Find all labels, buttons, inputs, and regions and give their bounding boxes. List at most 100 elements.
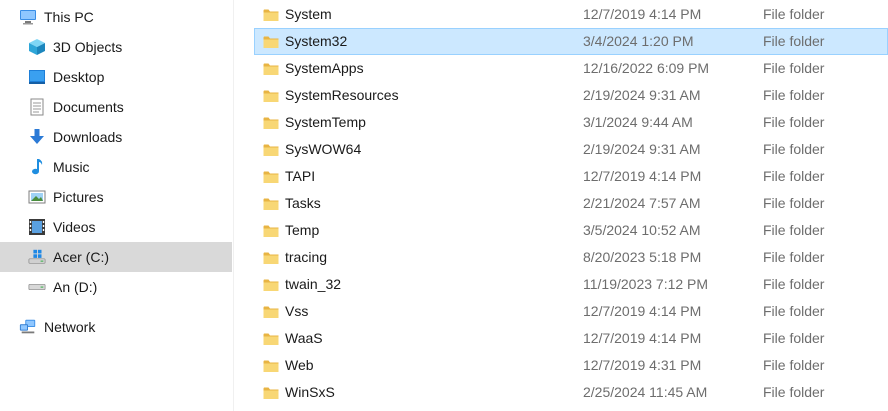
nav-item-acer-c[interactable]: Acer (C:) bbox=[0, 242, 232, 272]
document-icon bbox=[28, 98, 46, 116]
film-icon bbox=[28, 218, 46, 236]
file-row[interactable]: TAPI 12/7/2019 4:14 PM File folder bbox=[254, 163, 888, 190]
file-name: tracing bbox=[285, 249, 328, 265]
file-type: File folder bbox=[763, 168, 825, 184]
file-type: File folder bbox=[763, 276, 825, 292]
file-type: File folder bbox=[763, 33, 825, 49]
file-name: SystemResources bbox=[285, 87, 399, 103]
file-type: File folder bbox=[763, 249, 825, 265]
nav-item-this-pc[interactable]: This PC bbox=[0, 2, 232, 32]
file-date-modified: 12/7/2019 4:14 PM bbox=[583, 330, 702, 346]
cube-icon bbox=[28, 38, 46, 56]
file-row[interactable]: SystemApps 12/16/2022 6:09 PM File folder bbox=[254, 55, 888, 82]
windows-drive-icon bbox=[28, 248, 46, 266]
nav-item-desktop[interactable]: Desktop bbox=[0, 62, 232, 92]
file-type: File folder bbox=[763, 87, 825, 103]
file-row[interactable]: twain_32 11/19/2023 7:12 PM File folder bbox=[254, 271, 888, 298]
file-list: System 12/7/2019 4:14 PM File folder System… bbox=[234, 0, 888, 411]
file-row[interactable]: SystemTemp 3/1/2024 9:44 AM File folder bbox=[254, 109, 888, 136]
file-date-modified: 11/19/2023 7:12 PM bbox=[583, 276, 709, 292]
folder-icon bbox=[263, 62, 279, 76]
file-type: File folder bbox=[763, 384, 825, 400]
file-row[interactable]: SysWOW64 2/19/2024 9:31 AM File folder bbox=[254, 136, 888, 163]
file-row[interactable]: Temp 3/5/2024 10:52 AM File folder bbox=[254, 217, 888, 244]
nav-item-3d-objects[interactable]: 3D Objects bbox=[0, 32, 232, 62]
nav-item-label: Music bbox=[53, 159, 90, 175]
file-name: SystemApps bbox=[285, 60, 364, 76]
file-type: File folder bbox=[763, 330, 825, 346]
nav-item-downloads[interactable]: Downloads bbox=[0, 122, 232, 152]
file-date-modified: 2/19/2024 9:31 AM bbox=[583, 87, 701, 103]
file-name: Web bbox=[285, 357, 314, 373]
file-row[interactable]: System32 3/4/2024 1:20 PM File folder bbox=[254, 28, 888, 55]
nav-item-label: Network bbox=[44, 319, 96, 335]
file-name: Tasks bbox=[285, 195, 321, 211]
folder-icon bbox=[263, 8, 279, 22]
file-row[interactable]: Tasks 2/21/2024 7:57 AM File folder bbox=[254, 190, 888, 217]
folder-icon bbox=[263, 332, 279, 346]
folder-icon bbox=[263, 251, 279, 265]
folder-icon bbox=[263, 143, 279, 157]
picture-icon bbox=[28, 188, 46, 206]
file-date-modified: 3/4/2024 1:20 PM bbox=[583, 33, 694, 49]
file-row[interactable]: WinSxS 2/25/2024 11:45 AM File folder bbox=[254, 379, 888, 406]
file-explorer: This PC 3D Objects Desktop Documents Downloa… bbox=[0, 0, 888, 411]
folder-icon bbox=[263, 197, 279, 211]
folder-icon bbox=[263, 170, 279, 184]
file-type: File folder bbox=[763, 60, 825, 76]
file-date-modified: 12/16/2022 6:09 PM bbox=[583, 60, 710, 76]
download-arrow-icon bbox=[28, 128, 46, 146]
nav-item-label: Videos bbox=[53, 219, 96, 235]
file-date-modified: 12/7/2019 4:14 PM bbox=[583, 6, 702, 22]
file-name: Vss bbox=[285, 303, 309, 319]
folder-icon bbox=[263, 278, 279, 292]
file-row[interactable]: WaaS 12/7/2019 4:14 PM File folder bbox=[254, 325, 888, 352]
file-row[interactable]: Vss 12/7/2019 4:14 PM File folder bbox=[254, 298, 888, 325]
nav-item-label: Pictures bbox=[53, 189, 104, 205]
file-type: File folder bbox=[763, 303, 825, 319]
nav-item-music[interactable]: Music bbox=[0, 152, 232, 182]
file-date-modified: 8/20/2023 5:18 PM bbox=[583, 249, 702, 265]
file-row[interactable]: Web 12/7/2019 4:31 PM File folder bbox=[254, 352, 888, 379]
folder-icon bbox=[263, 35, 279, 49]
nav-item-documents[interactable]: Documents bbox=[0, 92, 232, 122]
computer-icon bbox=[19, 8, 37, 26]
file-date-modified: 3/5/2024 10:52 AM bbox=[583, 222, 701, 238]
file-row[interactable]: tracing 8/20/2023 5:18 PM File folder bbox=[254, 244, 888, 271]
file-name: twain_32 bbox=[285, 276, 342, 292]
file-date-modified: 12/7/2019 4:14 PM bbox=[583, 168, 702, 184]
file-type: File folder bbox=[763, 195, 825, 211]
file-date-modified: 12/7/2019 4:31 PM bbox=[583, 357, 702, 373]
file-date-modified: 2/21/2024 7:57 AM bbox=[583, 195, 701, 211]
file-type: File folder bbox=[763, 141, 825, 157]
file-row[interactable]: SystemResources 2/19/2024 9:31 AM File fol… bbox=[254, 82, 888, 109]
nav-item-pictures[interactable]: Pictures bbox=[0, 182, 232, 212]
file-name: System bbox=[285, 6, 332, 22]
file-date-modified: 3/1/2024 9:44 AM bbox=[583, 114, 693, 130]
file-name: SystemTemp bbox=[285, 114, 366, 130]
file-type: File folder bbox=[763, 6, 825, 22]
folder-icon bbox=[263, 89, 279, 103]
file-name: System32 bbox=[285, 33, 348, 49]
file-type: File folder bbox=[763, 357, 825, 373]
file-name: TAPI bbox=[285, 168, 316, 184]
folder-icon bbox=[263, 305, 279, 319]
file-type: File folder bbox=[763, 114, 825, 130]
nav-item-label: Acer (C:) bbox=[53, 249, 109, 265]
nav-item-videos[interactable]: Videos bbox=[0, 212, 232, 242]
desktop-icon bbox=[28, 68, 46, 86]
nav-item-an-d[interactable]: An (D:) bbox=[0, 272, 232, 302]
navigation-pane: This PC 3D Objects Desktop Documents Downloa… bbox=[0, 0, 232, 411]
folder-icon bbox=[263, 359, 279, 373]
file-name: Temp bbox=[285, 222, 320, 238]
file-name: SysWOW64 bbox=[285, 141, 362, 157]
file-type: File folder bbox=[763, 222, 825, 238]
file-name: WaaS bbox=[285, 330, 323, 346]
nav-item-label: An (D:) bbox=[53, 279, 98, 295]
nav-item-network[interactable]: Network bbox=[0, 312, 232, 342]
file-date-modified: 12/7/2019 4:14 PM bbox=[583, 303, 702, 319]
nav-item-label: Documents bbox=[53, 99, 124, 115]
folder-icon bbox=[263, 116, 279, 130]
file-row[interactable]: System 12/7/2019 4:14 PM File folder bbox=[254, 1, 888, 28]
nav-item-label: This PC bbox=[44, 9, 94, 25]
